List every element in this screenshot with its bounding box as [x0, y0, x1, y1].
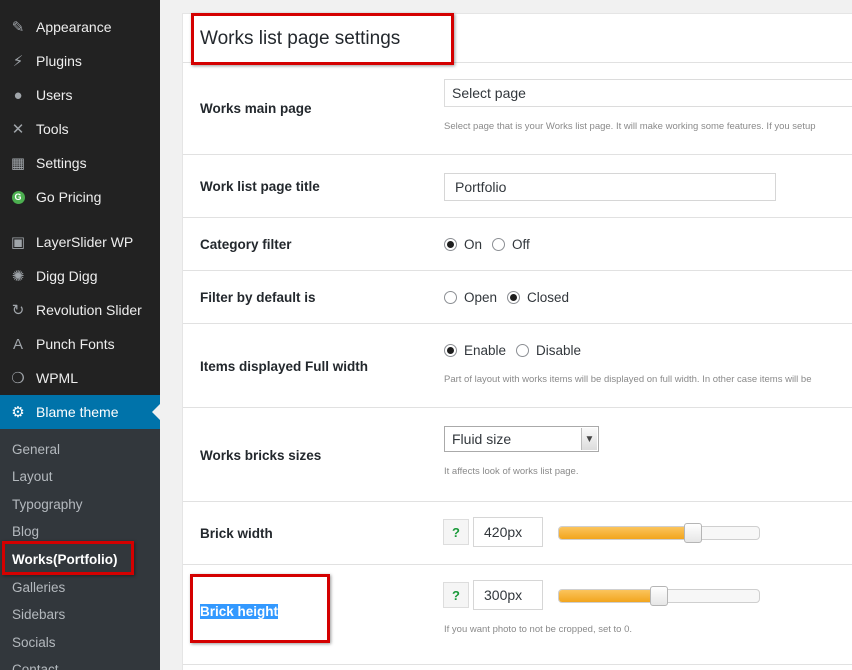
- field-label: Works main page: [200, 101, 312, 116]
- brick-height-input[interactable]: 300px: [473, 580, 543, 610]
- category-filter-off-radio[interactable]: [492, 238, 506, 251]
- field-label: Work list page title: [200, 179, 320, 194]
- category-filter-radios: On Off: [444, 237, 540, 252]
- menu-item-tools[interactable]: ✕ Tools: [0, 112, 160, 146]
- brush-icon: ✎: [11, 19, 25, 36]
- brick-width-help-button[interactable]: ?: [443, 519, 469, 545]
- row-category-filter: Category filter On Off: [183, 217, 852, 270]
- works-main-page-select[interactable]: Select page: [444, 79, 852, 107]
- menu-label: Blame theme: [36, 404, 119, 420]
- menu-label: Digg Digg: [36, 268, 98, 284]
- menu-item-digg-digg[interactable]: ✺ Digg Digg: [0, 259, 160, 293]
- slider-fill: [559, 527, 693, 539]
- row-brick-width: Brick width ? 420px: [183, 501, 852, 565]
- radio-label: Open: [464, 290, 498, 305]
- field-label: Works bricks sizes: [200, 448, 322, 463]
- radio-label: Closed: [527, 290, 570, 305]
- menu-item-revolution-slider[interactable]: ↻ Revolution Slider: [0, 293, 160, 327]
- menu-label: Revolution Slider: [36, 302, 142, 318]
- filter-default-radios: Open Closed: [444, 290, 579, 305]
- submenu-item-socials[interactable]: Socials: [12, 635, 56, 650]
- full-width-enable-radio[interactable]: [444, 344, 457, 357]
- menu-label: Appearance: [36, 19, 112, 35]
- menu-label: Go Pricing: [36, 189, 102, 205]
- category-filter-on-radio[interactable]: [444, 238, 457, 251]
- layers-icon: ▣: [10, 234, 26, 251]
- cog-icon: ⚙: [11, 404, 25, 421]
- brick-width-slider[interactable]: [558, 523, 760, 543]
- menu-item-settings[interactable]: ▦ Settings: [0, 146, 160, 180]
- full-width-radios: Enable Disable: [444, 343, 591, 358]
- radio-label: Off: [512, 237, 530, 252]
- refresh-icon: ↻: [11, 302, 25, 319]
- field-label: Brick width: [200, 526, 273, 541]
- user-icon: ●: [13, 86, 23, 104]
- wpml-icon: ❍: [11, 370, 25, 387]
- field-hint: Select page that is your Works list page…: [444, 121, 816, 132]
- full-width-disable-radio[interactable]: [516, 344, 530, 357]
- bricks-sizes-dropdown[interactable]: Fluid size ▼: [444, 426, 599, 452]
- brick-width-input[interactable]: 420px: [473, 517, 543, 547]
- submenu-item-contact[interactable]: Contact: [12, 662, 59, 670]
- field-label: Filter by default is: [200, 290, 316, 305]
- highlight-box-brick-height: [190, 574, 330, 643]
- submenu-item-blog[interactable]: Blog: [12, 524, 39, 539]
- work-list-title-input[interactable]: Portfolio: [444, 173, 776, 201]
- slider-fill: [559, 590, 659, 602]
- menu-item-layerslider[interactable]: ▣ LayerSlider WP: [0, 225, 160, 259]
- row-work-list-title: Work list page title Portfolio: [183, 154, 852, 217]
- filter-open-radio[interactable]: [444, 291, 457, 304]
- menu-label: Users: [36, 87, 73, 103]
- highlight-box-works: [2, 541, 134, 575]
- menu-item-users[interactable]: ● Users: [0, 78, 160, 112]
- menu-item-wpml[interactable]: ❍ WPML: [0, 361, 160, 395]
- field-hint: Part of layout with works items will be …: [444, 374, 812, 385]
- menu-label: Tools: [36, 121, 69, 137]
- settings-panel: Works list page settings Works main page…: [182, 13, 852, 670]
- row-works-main-page: Works main page Select page Select page …: [183, 62, 852, 155]
- active-arrow: [152, 404, 160, 420]
- submenu-item-layout[interactable]: Layout: [12, 469, 53, 484]
- row-bricks-sizes: Works bricks sizes Fluid size ▼ It affec…: [183, 407, 852, 502]
- menu-item-appearance[interactable]: ✎ Appearance: [0, 10, 160, 44]
- menu-label: Settings: [36, 155, 87, 171]
- field-hint: It affects look of works list page.: [444, 466, 579, 477]
- menu-item-blame-theme[interactable]: ⚙ Blame theme: [0, 395, 160, 429]
- menu-label: Punch Fonts: [36, 336, 115, 352]
- gear-icon: ✺: [11, 268, 25, 285]
- dropdown-value: Fluid size: [452, 431, 512, 447]
- row-items-full-width: Items displayed Full width Enable Disabl…: [183, 323, 852, 408]
- menu-label: LayerSlider WP: [36, 234, 134, 250]
- menu-label: Plugins: [36, 53, 82, 69]
- chevron-down-icon: ▼: [581, 428, 597, 450]
- brick-height-slider[interactable]: [558, 586, 760, 606]
- slider-handle[interactable]: [650, 586, 668, 606]
- font-icon: A: [12, 335, 23, 353]
- row-filter-default: Filter by default is Open Closed: [183, 270, 852, 323]
- slider-handle[interactable]: [684, 523, 702, 543]
- row-next: [183, 664, 852, 670]
- radio-label: Disable: [536, 343, 582, 358]
- plug-icon: ⚡: [12, 53, 24, 70]
- submenu-item-galleries[interactable]: Galleries: [12, 580, 65, 595]
- wrench-icon: ✕: [11, 121, 25, 138]
- brick-height-help-button[interactable]: ?: [443, 582, 469, 608]
- menu-item-go-pricing[interactable]: G Go Pricing: [0, 180, 160, 214]
- sliders-icon: ▦: [10, 155, 26, 172]
- submenu-item-general[interactable]: General: [12, 442, 60, 457]
- radio-label: On: [464, 237, 483, 252]
- go-pricing-icon: G: [9, 188, 27, 206]
- menu-label: WPML: [36, 370, 78, 386]
- field-hint: If you want photo to not be cropped, set…: [444, 624, 633, 635]
- field-label: Category filter: [200, 237, 292, 252]
- highlight-box-title: [191, 13, 454, 65]
- submenu-item-typography[interactable]: Typography: [12, 497, 83, 512]
- menu-item-plugins[interactable]: ⚡ Plugins: [0, 44, 160, 78]
- field-label: Items displayed Full width: [200, 359, 369, 374]
- menu-item-punch-fonts[interactable]: A Punch Fonts: [0, 327, 160, 361]
- submenu-item-sidebars[interactable]: Sidebars: [12, 607, 65, 622]
- radio-label: Enable: [464, 343, 507, 358]
- filter-closed-radio[interactable]: [507, 291, 521, 304]
